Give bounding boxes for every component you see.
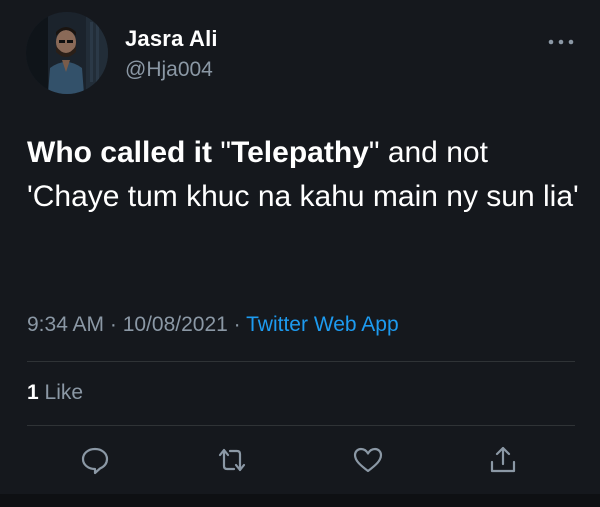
bottom-bar: [0, 494, 600, 507]
retweet-icon: [218, 448, 246, 472]
meta-separator: ·: [104, 313, 123, 336]
tweet-text-part: ": [220, 136, 232, 169]
tweet-date[interactable]: 10/08/2021: [123, 313, 228, 336]
more-options-icon[interactable]: [546, 34, 576, 45]
meta-separator: ·: [227, 313, 247, 336]
heart-icon: [353, 447, 383, 473]
tweet-text: Who called it "Telepathy" and not 'Chaye…: [27, 131, 583, 219]
tweet-time[interactable]: 9:34 AM: [27, 313, 104, 336]
tweet-source-link[interactable]: Twitter Web App: [246, 313, 399, 336]
avatar[interactable]: [26, 12, 108, 94]
tweet-card: Jasra Ali @Hja004 Who called it "Telepat…: [0, 0, 600, 507]
share-icon: [490, 446, 516, 473]
reply-button[interactable]: [79, 444, 111, 476]
like-count-number: 1: [27, 381, 39, 404]
like-button[interactable]: [352, 444, 384, 476]
share-button[interactable]: [487, 444, 519, 476]
author-display-name[interactable]: Jasra Ali: [125, 26, 218, 52]
tweet-text-part: Telepathy: [231, 136, 369, 169]
author-handle[interactable]: @Hja004: [125, 58, 213, 82]
retweet-button[interactable]: [216, 444, 248, 476]
likes-count[interactable]: 1 Like: [27, 381, 83, 405]
like-count-label: Like: [38, 381, 84, 404]
reply-icon: [81, 447, 109, 475]
tweet-metadata: 9:34 AM · 10/08/2021 · Twitter Web App: [27, 313, 399, 337]
divider: [27, 361, 575, 362]
avatar-photo-icon: [26, 12, 108, 94]
divider: [27, 425, 575, 426]
tweet-text-part: Who called it: [27, 136, 221, 169]
